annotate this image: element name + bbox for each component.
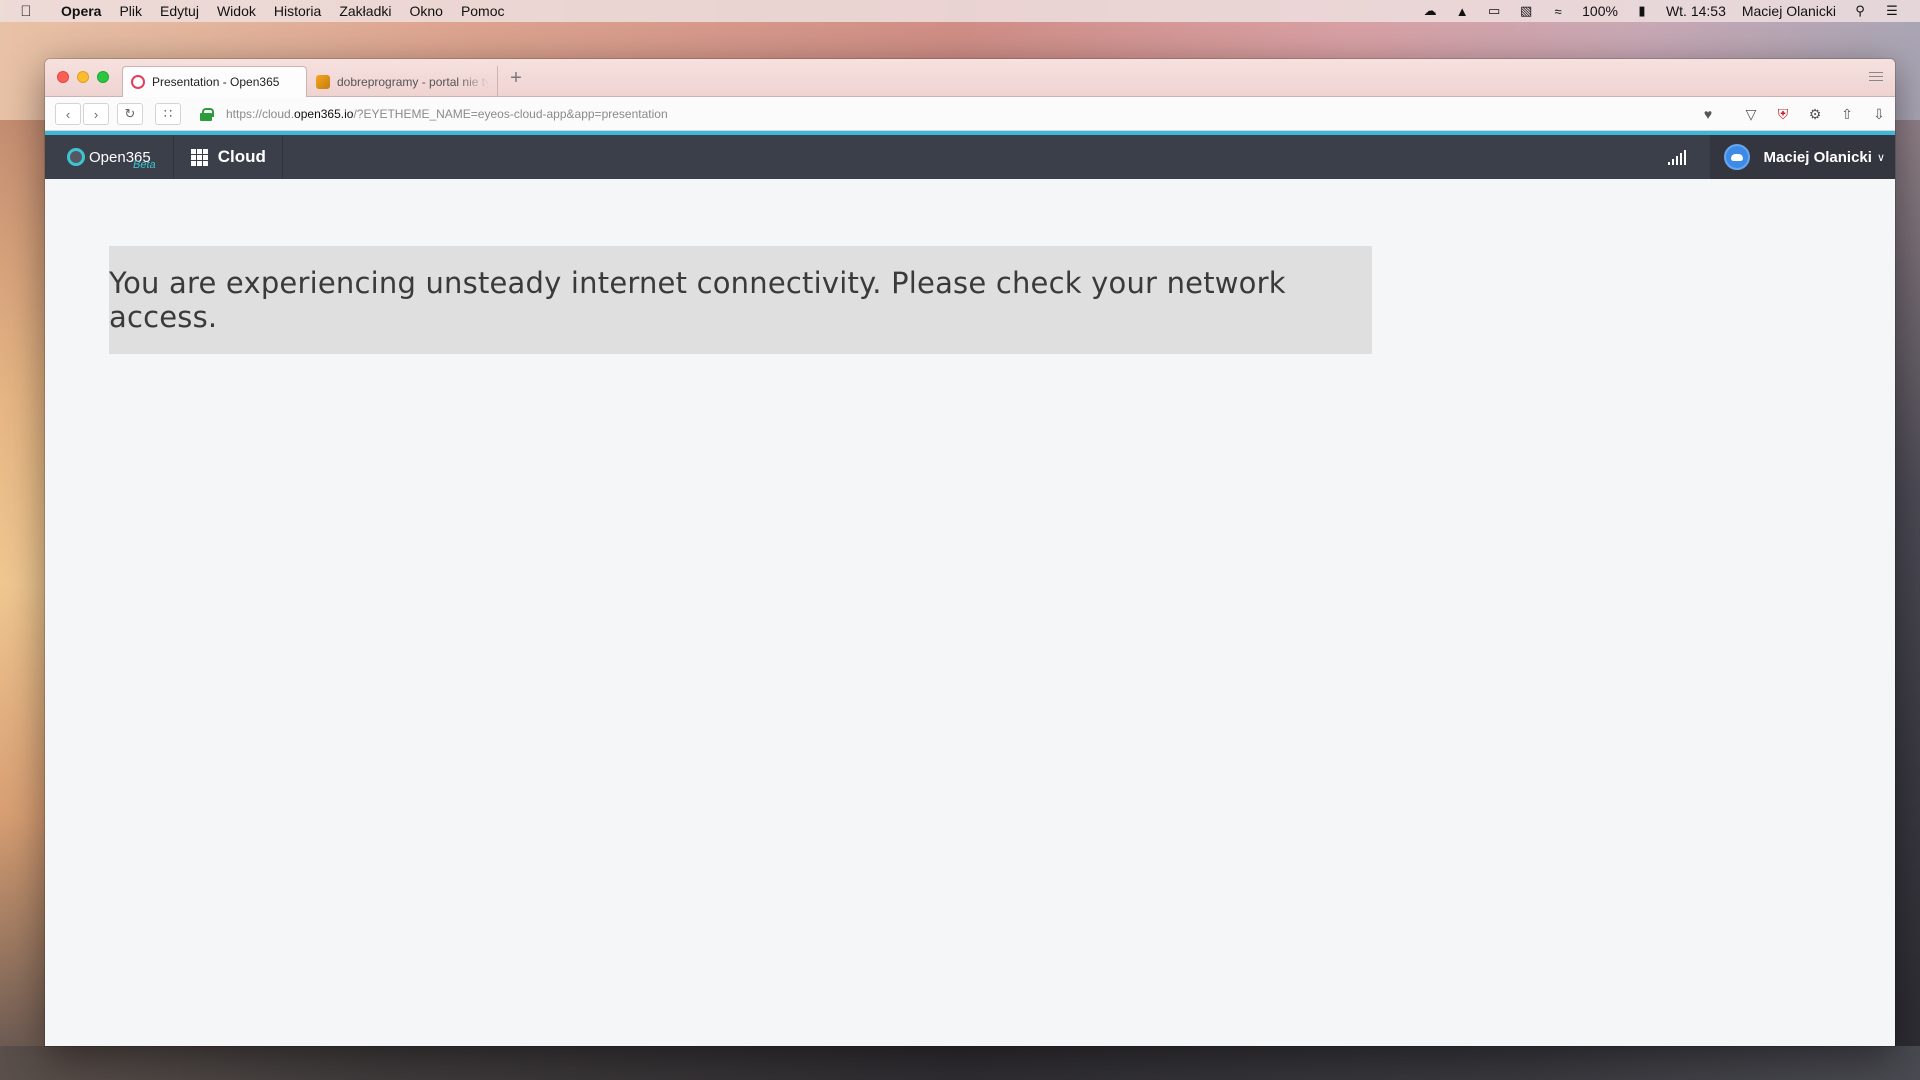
- menu-historia[interactable]: Historia: [265, 3, 330, 19]
- apps-grid-icon: [190, 148, 208, 166]
- menu-plik[interactable]: Plik: [110, 3, 151, 19]
- window-maximize-button[interactable]: [97, 71, 109, 83]
- back-button[interactable]: ‹: [55, 103, 81, 125]
- share-icon[interactable]: ⇧: [1836, 105, 1858, 123]
- tab-presentation[interactable]: Presentation - Open365: [122, 66, 307, 97]
- menu-pomoc[interactable]: Pomoc: [452, 3, 514, 19]
- chevron-down-icon: ∨: [1876, 151, 1885, 164]
- open365-logo-icon: [67, 148, 85, 166]
- clock[interactable]: Wt. 14:53: [1666, 3, 1726, 19]
- connectivity-alert: You are experiencing unsteady internet c…: [109, 246, 1372, 354]
- menu-okno[interactable]: Okno: [400, 3, 451, 19]
- grid-dots-icon: ∷: [163, 106, 173, 121]
- open365-logo[interactable]: Open365 Beta: [45, 135, 173, 179]
- menu-zakladki[interactable]: Zakładki: [330, 3, 400, 19]
- battery-percent[interactable]: 100%: [1582, 3, 1618, 19]
- gear-icon[interactable]: ⚙: [1804, 105, 1826, 123]
- download-icon[interactable]: ⇩: [1868, 105, 1890, 123]
- browser-window: Presentation - Open365 dobreprogramy - p…: [45, 59, 1895, 1046]
- menu-bar-user[interactable]: Maciej Olanicki: [1742, 3, 1836, 19]
- url-host: open365.io: [294, 107, 354, 121]
- desktop-wallpaper-left: [0, 120, 45, 1050]
- alert-message: You are experiencing unsteady internet c…: [109, 266, 1286, 334]
- chevron-right-icon: ›: [93, 106, 99, 122]
- open365-favicon-icon: [131, 75, 145, 89]
- toolbar-extensions: ♥ ▽ ⛨ ⚙ ⇧ ⇩: [1692, 103, 1895, 125]
- address-bar[interactable]: https://cloud. open365.io/?EYETHEME_NAME=…: [200, 103, 1630, 125]
- beta-badge: Beta: [133, 159, 156, 171]
- ublock-shield-icon[interactable]: ⛨: [1772, 105, 1794, 123]
- tab-label: dobreprogramy - portal nie tylko o progr…: [337, 74, 489, 89]
- menu-edytuj[interactable]: Edytuj: [151, 3, 208, 19]
- desktop-wallpaper-bottom: [0, 1046, 1920, 1080]
- tab-menu-icon[interactable]: [1869, 69, 1883, 83]
- speed-dial-button[interactable]: ∷: [155, 103, 181, 125]
- reload-button[interactable]: ↻: [117, 103, 143, 125]
- notification-center-icon[interactable]: ☰: [1882, 3, 1902, 18]
- apple-menu-icon[interactable]: : [0, 3, 52, 20]
- menu-bar-tray: ☁ ▲ ▭ ▧ ≈ 100% ▮ Wt. 14:53 Maciej Olanic…: [1414, 3, 1920, 19]
- system-menu-bar:  Opera Plik Edytuj Widok Historia Zakła…: [0, 0, 1920, 22]
- tab-dobreprogramy[interactable]: dobreprogramy - portal nie tylko o progr…: [308, 66, 498, 97]
- forward-button[interactable]: ›: [83, 103, 109, 125]
- app-launcher-button[interactable]: Cloud: [172, 135, 283, 179]
- battery-icon[interactable]: ▮: [1632, 3, 1652, 18]
- url-scheme: https://cloud.: [226, 107, 295, 121]
- dobreprogramy-favicon-icon: [316, 74, 330, 89]
- tab-strip: Presentation - Open365 dobreprogramy - p…: [45, 59, 1895, 97]
- user-name: Maciej Olanicki: [1763, 148, 1872, 166]
- url-path: /?EYETHEME_NAME=eyeos-cloud-app&app=pres…: [353, 107, 668, 121]
- pocket-icon[interactable]: ▽: [1740, 105, 1762, 123]
- header-right: Maciej Olanicki ∨: [1667, 135, 1895, 179]
- app-header: Open365 Beta Cloud Maciej Olanicki ∨: [45, 135, 1895, 179]
- tab-label: Presentation - Open365: [152, 75, 280, 89]
- menu-widok[interactable]: Widok: [208, 3, 265, 19]
- window-minimize-button[interactable]: [77, 71, 89, 83]
- heart-icon[interactable]: ♥: [1697, 105, 1719, 123]
- app-name: Cloud: [217, 147, 266, 166]
- wifi-icon[interactable]: ≈: [1548, 4, 1568, 19]
- keyboard-icon[interactable]: ▧: [1516, 3, 1536, 18]
- window-close-button[interactable]: [57, 71, 69, 83]
- lock-icon: [200, 108, 214, 121]
- chevron-left-icon: ‹: [65, 106, 71, 122]
- connection-signal-icon: [1667, 149, 1690, 165]
- desktop-wallpaper-right: [1895, 120, 1920, 1050]
- new-tab-button[interactable]: +: [506, 67, 526, 89]
- reload-icon: ↻: [124, 106, 136, 121]
- menu-app-name[interactable]: Opera: [52, 3, 110, 19]
- airplay-icon[interactable]: ▭: [1484, 3, 1504, 18]
- browser-toolbar: ‹ › ↻ ∷ https://cloud. open365.io/?EYETHE…: [45, 97, 1895, 131]
- avatar: [1723, 144, 1750, 170]
- user-menu[interactable]: Maciej Olanicki ∨: [1709, 135, 1895, 179]
- main-content: You are experiencing unsteady internet c…: [45, 179, 1895, 1046]
- drive-icon[interactable]: ▲: [1452, 4, 1472, 19]
- spotlight-search-icon[interactable]: ⚲: [1850, 3, 1870, 18]
- cloud-sync-icon[interactable]: ☁: [1420, 3, 1440, 18]
